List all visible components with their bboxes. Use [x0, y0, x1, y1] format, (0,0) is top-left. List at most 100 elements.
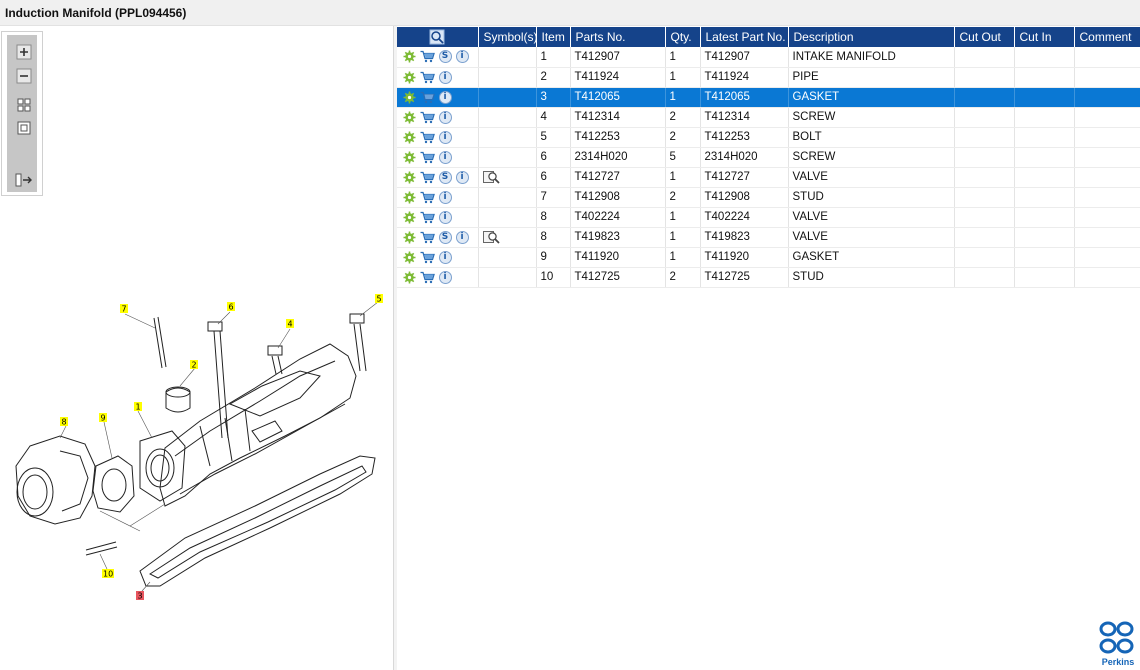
qty-cell: 1 — [665, 247, 701, 268]
col-qty[interactable]: Qty. — [665, 27, 701, 47]
col-latest-part-no[interactable]: Latest Part No. — [700, 27, 789, 47]
table-row[interactable]: i 3 T412065 1 T412065 GASKET — [397, 87, 1140, 108]
info-icon[interactable]: i — [455, 50, 469, 64]
col-comment[interactable]: Comment — [1074, 27, 1140, 47]
s-info-icon[interactable]: S — [438, 170, 452, 184]
cart-icon[interactable] — [419, 50, 435, 64]
cart-icon[interactable] — [419, 230, 435, 244]
gasket-3 — [139, 455, 376, 587]
col-description[interactable]: Description — [788, 27, 955, 47]
table-row[interactable]: Si 8 T419823 1 T419823 VALVE — [397, 227, 1140, 248]
gear-icon[interactable] — [402, 70, 416, 84]
cart-icon[interactable] — [419, 70, 435, 84]
description-cell: VALVE — [788, 207, 955, 228]
exploded-diagram: 1 2 3 4 5 6 7 8 9 10 — [15, 294, 383, 601]
info-icon[interactable]: i — [438, 270, 452, 284]
info-icon[interactable]: i — [438, 70, 452, 84]
item-cell: 8 — [536, 207, 571, 228]
table-row[interactable]: i 8 T402224 1 T402224 VALVE — [397, 207, 1140, 228]
table-row[interactable]: i 7 T412908 2 T412908 STUD — [397, 187, 1140, 208]
magnify-view-icon[interactable] — [429, 29, 445, 45]
gear-icon[interactable] — [402, 210, 416, 224]
stud-10 — [85, 541, 118, 556]
cart-icon[interactable] — [419, 130, 435, 144]
col-parts-no[interactable]: Parts No. — [570, 27, 666, 47]
cut-out-cell — [954, 147, 1015, 168]
col-item[interactable]: Item — [536, 27, 571, 47]
latest-part-no-cell: T411924 — [700, 67, 789, 88]
description-cell: GASKET — [788, 87, 955, 108]
table-row[interactable]: Si 6 T412727 1 T412727 VALVE — [397, 167, 1140, 188]
gear-icon[interactable] — [402, 190, 416, 204]
description-cell: VALVE — [788, 227, 955, 248]
gear-icon[interactable] — [402, 130, 416, 144]
table-row[interactable]: i 5 T412253 2 T412253 BOLT — [397, 127, 1140, 148]
gear-icon[interactable] — [402, 90, 416, 104]
cut-out-cell — [954, 247, 1015, 268]
table-row[interactable]: i 9 T411920 1 T411920 GASKET — [397, 247, 1140, 268]
table-row[interactable]: i 4 T412314 2 T412314 SCREW — [397, 107, 1140, 128]
cart-icon[interactable] — [419, 250, 435, 264]
window-title: Induction Manifold (PPL094456) — [5, 6, 187, 20]
info-icon[interactable]: i — [438, 150, 452, 164]
cart-icon[interactable] — [419, 190, 435, 204]
table-row[interactable]: i 2 T411924 1 T411924 PIPE — [397, 67, 1140, 88]
comment-cell — [1074, 47, 1140, 68]
parts-no-cell: T412314 — [570, 107, 666, 128]
cut-out-cell — [954, 67, 1015, 88]
diagram-pane[interactable]: 1 2 3 4 5 6 7 8 9 10 — [0, 26, 394, 670]
row-actions: i — [397, 247, 479, 268]
cart-icon[interactable] — [419, 110, 435, 124]
cart-icon[interactable] — [419, 90, 435, 104]
row-actions: i — [397, 207, 479, 228]
cut-in-cell — [1014, 67, 1075, 88]
gear-icon[interactable] — [402, 50, 416, 64]
col-view[interactable] — [397, 27, 479, 47]
s-info-icon[interactable]: S — [438, 50, 452, 64]
pipe — [165, 387, 191, 413]
cart-icon[interactable] — [419, 150, 435, 164]
cart-icon[interactable] — [419, 270, 435, 284]
table-row[interactable]: i 6 2314H020 5 2314H020 SCREW — [397, 147, 1140, 168]
gear-icon[interactable] — [402, 150, 416, 164]
cut-out-cell — [954, 127, 1015, 148]
gear-icon[interactable] — [402, 170, 416, 184]
magnify-symbol-icon[interactable] — [483, 230, 501, 244]
parts-no-cell: T412907 — [570, 47, 666, 68]
qty-cell: 5 — [665, 147, 701, 168]
latest-part-no-cell: T412908 — [700, 187, 789, 208]
comment-cell — [1074, 67, 1140, 88]
parts-no-cell: T411920 — [570, 247, 666, 268]
table-row[interactable]: Si 1 T412907 1 T412907 INTAKE MANIFOLD — [397, 47, 1140, 68]
info-icon[interactable]: i — [438, 190, 452, 204]
info-icon[interactable]: i — [438, 90, 452, 104]
cart-icon[interactable] — [419, 210, 435, 224]
col-cut-in[interactable]: Cut In — [1014, 27, 1075, 47]
info-icon[interactable]: i — [455, 170, 469, 184]
description-cell: GASKET — [788, 247, 955, 268]
cart-icon[interactable] — [419, 170, 435, 184]
comment-cell — [1074, 247, 1140, 268]
gear-icon[interactable] — [402, 110, 416, 124]
item-cell: 2 — [536, 67, 571, 88]
row-actions: Si — [397, 47, 479, 68]
info-icon[interactable]: i — [438, 210, 452, 224]
gear-icon[interactable] — [402, 250, 416, 264]
qty-cell: 2 — [665, 107, 701, 128]
table-row[interactable]: i 10 T412725 2 T412725 STUD — [397, 267, 1140, 288]
row-actions: i — [397, 267, 479, 288]
info-icon[interactable]: i — [455, 230, 469, 244]
info-icon[interactable]: i — [438, 130, 452, 144]
parts-no-cell: T412725 — [570, 267, 666, 288]
throttle-valve — [15, 435, 96, 525]
gear-icon[interactable] — [402, 270, 416, 284]
magnify-symbol-icon[interactable] — [483, 170, 501, 184]
cut-in-cell — [1014, 227, 1075, 248]
info-icon[interactable]: i — [438, 110, 452, 124]
col-symbols[interactable]: Symbol(s) — [478, 27, 537, 47]
svg-text:4: 4 — [288, 320, 293, 329]
info-icon[interactable]: i — [438, 250, 452, 264]
s-info-icon[interactable]: S — [438, 230, 452, 244]
gear-icon[interactable] — [402, 230, 416, 244]
col-cut-out[interactable]: Cut Out — [954, 27, 1015, 47]
